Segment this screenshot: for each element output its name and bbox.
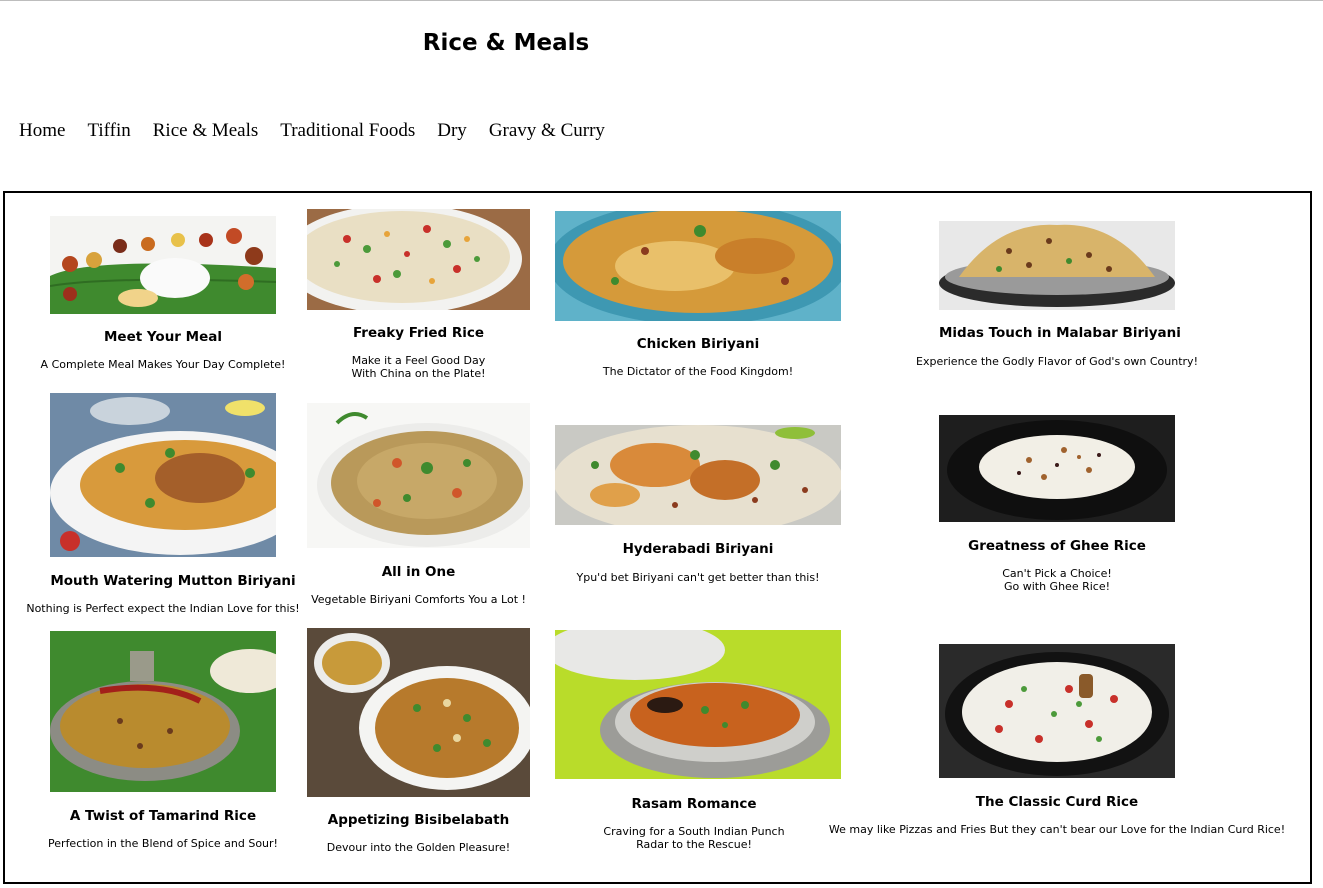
dish-photo-meals-banana-leaf[interactable] [50,216,276,314]
dish-tagline: Can't Pick a Choice! Go with Ghee Rice! [1002,567,1112,593]
dish-photo-vegetable-biriyani[interactable] [307,403,530,548]
dish-title: A Twist of Tamarind Rice [69,808,257,824]
dish-tagline: Perfection in the Blend of Spice and Sou… [48,837,278,850]
dish-title: Freaky Fried Rice [352,325,485,341]
dish-tagline: Make it a Feel Good Day With China on th… [351,354,486,380]
dish-title: Chicken Biriyani [636,336,760,352]
nav-link-gravy-curry[interactable]: Gravy & Curry [489,120,605,142]
dish-title: Rasam Romance [631,796,757,812]
dish-photo-chicken-biriyani[interactable] [555,211,841,321]
dish-title: Appetizing Bisibelabath [327,812,510,828]
dish-title: Midas Touch in Malabar Biriyani [939,325,1181,341]
dish-photo-bisibelabath[interactable] [307,628,530,797]
dish-tagline: A Complete Meal Makes Your Day Complete! [40,358,286,371]
dish-title: All in One [381,564,456,580]
dish-photo-hyderabadi-biriyani[interactable] [555,425,841,525]
dish-photo-curd-rice[interactable] [939,644,1175,778]
dish-title: Mouth Watering Mutton Biriyani [50,573,296,589]
dish-photo-malabar-biriyani[interactable] [939,221,1175,310]
dish-tagline: Devour into the Golden Pleasure! [326,841,511,854]
dish-title: The Classic Curd Rice [975,794,1139,810]
nav-link-dry[interactable]: Dry [437,120,467,142]
dish-photo-fried-rice[interactable] [307,209,530,310]
dish-tagline: Experience the Godly Flavor of God's own… [916,355,1198,368]
dish-tagline: The Dictator of the Food Kingdom! [602,365,794,378]
dish-tagline: Ypu'd bet Biriyani can't get better than… [576,571,820,584]
dish-photo-rasam[interactable] [555,630,841,779]
page-title: Rice & Meals [422,30,590,56]
nav-link-tiffin[interactable]: Tiffin [87,120,130,142]
dish-tagline: Vegetable Biriyani Comforts You a Lot ! [311,593,526,606]
nav-link-rice-meals[interactable]: Rice & Meals [153,120,259,142]
dish-title: Greatness of Ghee Rice [968,538,1146,554]
nav-link-traditional-foods[interactable]: Traditional Foods [280,120,415,142]
dish-tagline: Craving for a South Indian Punch Radar t… [603,825,785,851]
top-divider [0,0,1323,1]
dish-photo-tamarind-rice[interactable] [50,631,276,792]
dish-tagline: We may like Pizzas and Fries But they ca… [828,823,1286,836]
main-nav: Home Tiffin Rice & Meals Traditional Foo… [19,118,627,144]
dish-title: Meet Your Meal [103,329,222,345]
dish-tagline: Nothing is Perfect expect the Indian Lov… [26,602,300,615]
dish-photo-mutton-biriyani[interactable] [50,393,276,557]
nav-link-home[interactable]: Home [19,120,65,142]
dish-photo-ghee-rice[interactable] [939,415,1175,522]
dish-title: Hyderabadi Biriyani [622,541,774,557]
